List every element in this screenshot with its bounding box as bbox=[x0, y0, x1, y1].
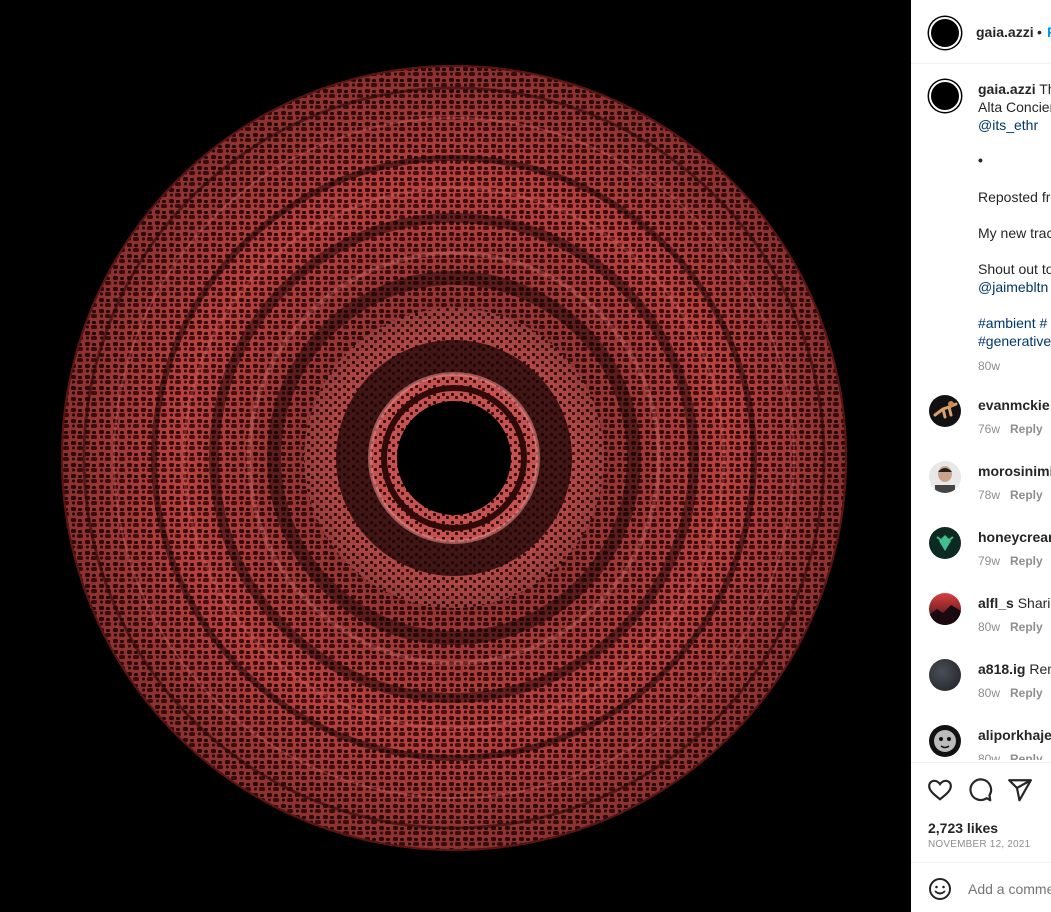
post-image[interactable] bbox=[0, 0, 911, 912]
emoji-icon[interactable] bbox=[928, 877, 952, 901]
comment-avatar[interactable] bbox=[929, 725, 961, 757]
caption-username[interactable]: gaia.azzi bbox=[978, 81, 1036, 97]
likes-count[interactable]: 2,723 likes bbox=[928, 820, 998, 836]
header-separator: • bbox=[1037, 24, 1042, 40]
comment-time[interactable]: 80w bbox=[978, 752, 1000, 760]
comment-meta: 80w Reply bbox=[978, 620, 1043, 634]
comment-username-link[interactable]: alfl_s bbox=[978, 595, 1014, 611]
follow-button[interactable]: F bbox=[1047, 24, 1051, 40]
caption-reposted: Reposted fr bbox=[978, 189, 1051, 205]
comment-time[interactable]: 80w bbox=[978, 620, 1000, 634]
reply-button[interactable]: Reply bbox=[1010, 488, 1043, 502]
comment-text: Sharin bbox=[1017, 595, 1051, 611]
caption-shout-out: Shout out to bbox=[978, 261, 1051, 277]
comment-username[interactable]: honeycrean bbox=[978, 529, 1051, 545]
comment-username[interactable]: aliporkhaje bbox=[978, 727, 1051, 743]
post-side-panel: gaia.azzi • F gaia.azzi Th Alta Concier … bbox=[911, 0, 1051, 912]
comment-text: Rem bbox=[1029, 661, 1051, 677]
header-username[interactable]: gaia.azzi bbox=[976, 24, 1034, 40]
post-date[interactable]: NOVEMBER 12, 2021 bbox=[928, 839, 1030, 850]
caption-dot: • bbox=[978, 152, 983, 168]
comment-meta: 80w Reply bbox=[978, 752, 1043, 760]
comment-avatar[interactable] bbox=[929, 659, 961, 691]
comment-username[interactable]: morosinimi bbox=[978, 463, 1051, 479]
comment-username: alfl_s Sharin bbox=[978, 595, 1051, 611]
add-comment-row bbox=[911, 862, 1051, 912]
comment-meta: 79w Reply bbox=[978, 554, 1043, 568]
caption-mention-jaimebltn[interactable]: @jaimebltn bbox=[978, 278, 1051, 296]
comment-meta: 80w Reply bbox=[978, 686, 1043, 700]
comment-time[interactable]: 76w bbox=[978, 422, 1000, 436]
reply-button[interactable]: Reply bbox=[1010, 686, 1043, 700]
comment-username: a818.ig Rem bbox=[978, 661, 1051, 677]
comment-avatar[interactable] bbox=[929, 527, 961, 559]
reply-button[interactable]: Reply bbox=[1010, 554, 1043, 568]
add-comment-input[interactable] bbox=[968, 881, 1051, 897]
comment-avatar[interactable] bbox=[929, 593, 961, 625]
disc-artwork bbox=[61, 65, 847, 851]
reply-button[interactable]: Reply bbox=[1010, 620, 1043, 634]
comment-time[interactable]: 79w bbox=[978, 554, 1000, 568]
share-icon[interactable] bbox=[1007, 777, 1033, 803]
comment-avatar[interactable] bbox=[929, 461, 961, 493]
caption-mention-its-ethr[interactable]: @its_ethr bbox=[978, 116, 1051, 134]
post-header: gaia.azzi • F bbox=[911, 0, 1051, 64]
comment-username[interactable]: evanmckie bbox=[978, 397, 1050, 413]
comment-username-link[interactable]: a818.ig bbox=[978, 661, 1025, 677]
caption-line-1: gaia.azzi Th bbox=[978, 80, 1051, 98]
caption-hashtags-1[interactable]: #ambient # bbox=[978, 314, 1051, 332]
comment-avatar[interactable] bbox=[929, 395, 961, 427]
comment-icon[interactable] bbox=[967, 777, 993, 803]
comment-time[interactable]: 78w bbox=[978, 488, 1000, 502]
caption-avatar[interactable] bbox=[929, 80, 961, 112]
comment-meta: 76w Reply bbox=[978, 422, 1043, 436]
heart-icon[interactable] bbox=[927, 777, 953, 803]
caption-time[interactable]: 80w bbox=[978, 357, 1051, 375]
author-avatar[interactable] bbox=[929, 17, 961, 49]
reply-button[interactable]: Reply bbox=[1010, 752, 1043, 760]
comment-time[interactable]: 80w bbox=[978, 686, 1000, 700]
comment-meta: 78w Reply bbox=[978, 488, 1043, 502]
caption-hashtags-2[interactable]: #generative bbox=[978, 332, 1051, 350]
reply-button[interactable]: Reply bbox=[1010, 422, 1043, 436]
post-actions: 2,723 likes NOVEMBER 12, 2021 bbox=[911, 762, 1051, 912]
caption-text-1: Th bbox=[1039, 81, 1051, 97]
caption-new-track: My new trac bbox=[978, 225, 1051, 241]
caption-line-2: Alta Concier bbox=[978, 99, 1051, 115]
